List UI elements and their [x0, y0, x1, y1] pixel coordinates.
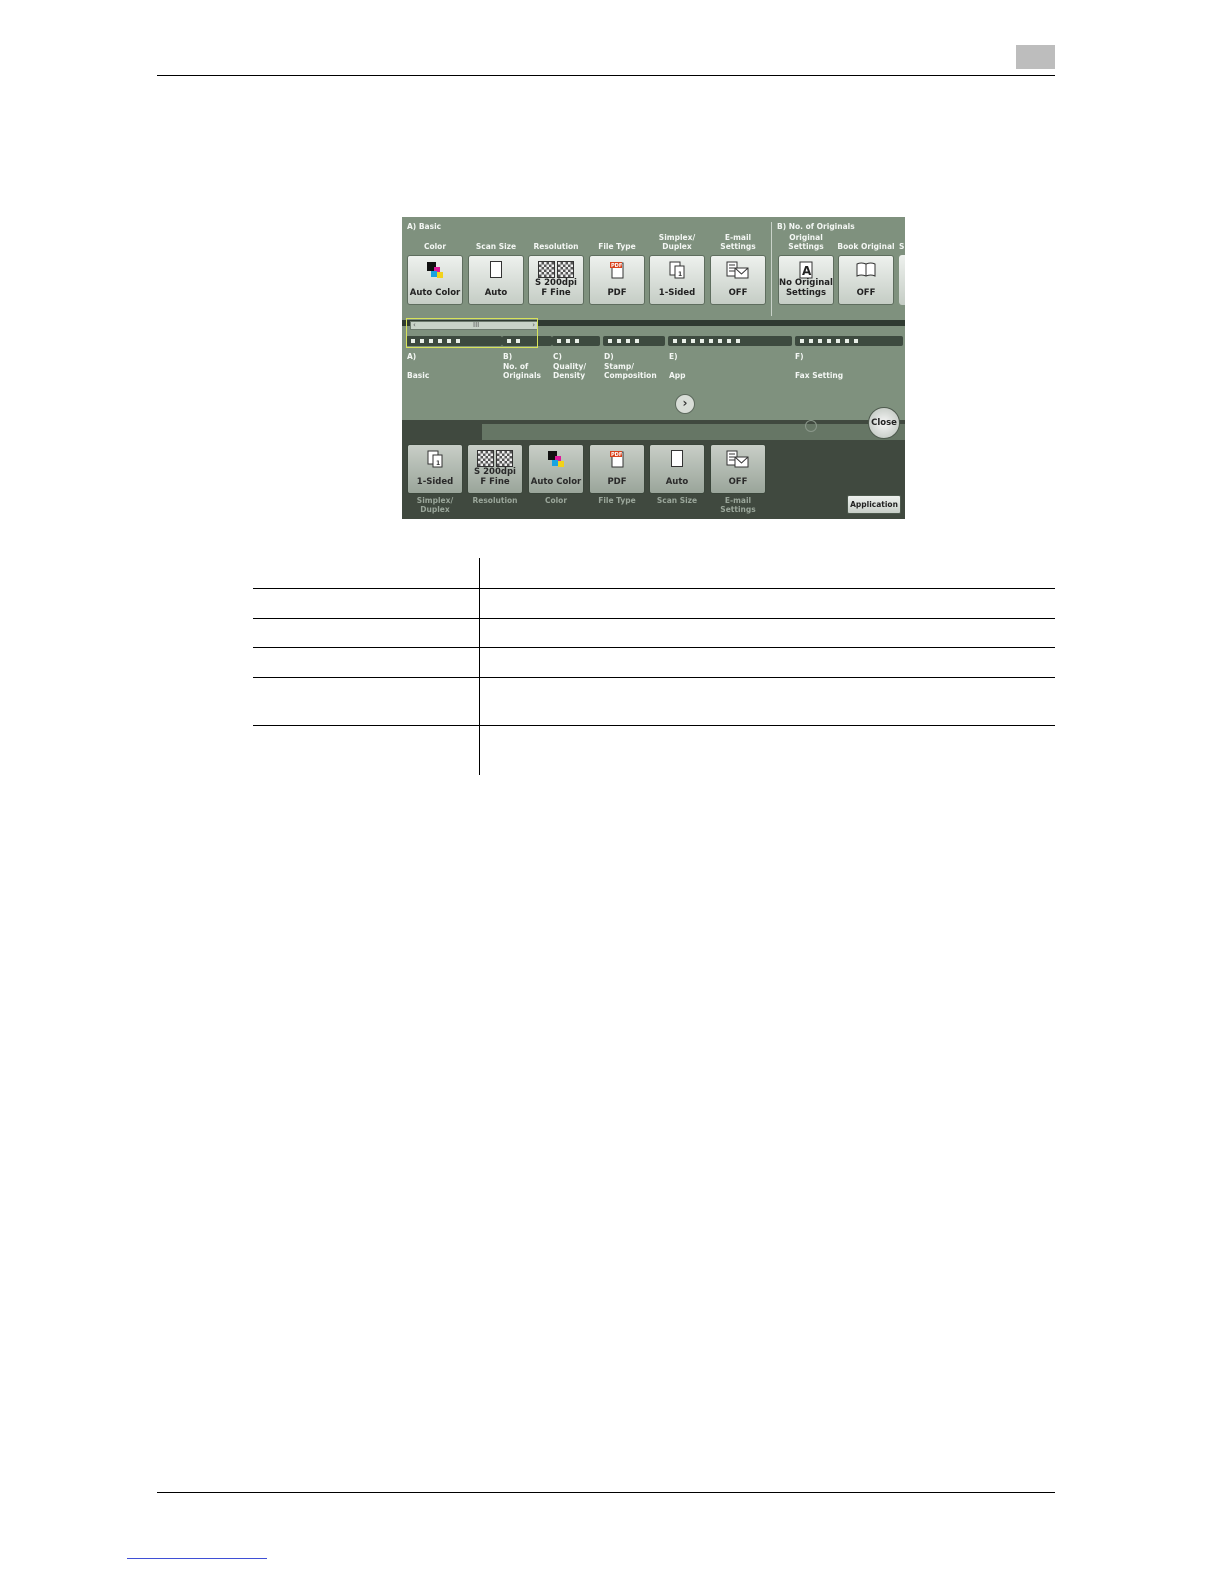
button-value: Auto Color [530, 477, 582, 487]
settings-button-book[interactable]: OFF [838, 255, 894, 305]
email-icon [711, 450, 765, 468]
chapter-number-box [1016, 45, 1055, 69]
book-icon [839, 261, 893, 279]
button-caption: Resolution [472, 496, 518, 505]
header-rule [157, 75, 1055, 76]
pdf-icon: PDF [590, 450, 644, 468]
button-caption: File Type [598, 242, 636, 251]
svg-text:PDF: PDF [611, 263, 622, 269]
settings-button-color[interactable]: Auto Color [407, 255, 463, 305]
section-segment[interactable] [668, 336, 792, 346]
settings-button-color[interactable]: Auto Color [528, 444, 584, 494]
svg-text:1: 1 [436, 460, 440, 467]
button-value: 1-Sided [658, 288, 696, 298]
button-caption: File Type [598, 496, 636, 505]
settings-button-simplex[interactable]: 1 1-Sided [407, 444, 463, 494]
table-column-divider [479, 558, 480, 775]
close-button[interactable]: Close [868, 407, 900, 439]
button-caption: Scan Size [475, 242, 517, 251]
section-tab[interactable]: A) Basic [407, 352, 429, 381]
button-value: OFF [728, 288, 748, 298]
resolution-icon [529, 261, 583, 279]
section-segment[interactable] [552, 336, 600, 346]
simplex-icon: 1 [650, 261, 704, 279]
settings-button-pdf[interactable]: PDF PDF [589, 444, 645, 494]
button-value: Auto Color [409, 288, 461, 298]
lower-band [482, 424, 905, 440]
button-caption: Book Original [837, 242, 895, 251]
footer-link-underline[interactable] [127, 1558, 267, 1559]
button-caption: Resolution [533, 242, 579, 251]
footer-rule [157, 1492, 1055, 1493]
svg-text:PDF: PDF [611, 452, 622, 458]
group-label-basic: A) Basic [407, 222, 442, 231]
section-tab[interactable]: C) Quality/Density [553, 352, 586, 381]
check-icon [805, 420, 817, 432]
button-caption: Color [544, 496, 568, 505]
color-icon [408, 261, 462, 279]
pdf-icon: PDF [590, 261, 644, 279]
control-panel-screenshot: A) Basic B) No. of Originals S ‹ III › A… [402, 217, 905, 519]
button-value: No Original Settings [779, 278, 833, 298]
group-label-originals: B) No. of Originals [777, 222, 855, 231]
table-row-rule [253, 725, 1055, 726]
settings-button-pdf[interactable]: PDF PDF [589, 255, 645, 305]
table-row-rule [253, 677, 1055, 678]
simplex-icon: 1 [408, 450, 462, 468]
button-caption: Color [423, 242, 447, 251]
svg-text:A: A [802, 264, 812, 278]
button-value: OFF [856, 288, 876, 298]
settings-button-simplex[interactable]: 1 1-Sided [649, 255, 705, 305]
button-caption: Original Settings [788, 233, 824, 251]
button-value: S 200dpi F Fine [535, 278, 577, 298]
settings-button-email[interactable]: OFF [710, 255, 766, 305]
page-icon [650, 450, 704, 468]
button-value: PDF [607, 288, 627, 298]
section-tab[interactable]: F) Fax Setting [795, 352, 843, 381]
button-caption: Simplex/Duplex [658, 233, 696, 251]
settings-button-resolution[interactable]: S 200dpi F Fine [528, 255, 584, 305]
button-value: 1-Sided [416, 477, 454, 487]
scroll-highlight-frame [406, 318, 538, 348]
partial-button[interactable] [899, 255, 905, 305]
section-tab[interactable]: E) App [669, 352, 686, 381]
button-caption: Simplex/Duplex [416, 496, 454, 514]
next-arrow-button[interactable]: › [675, 394, 695, 414]
settings-button-page[interactable]: Auto [649, 444, 705, 494]
settings-button-page[interactable]: Auto [468, 255, 524, 305]
button-value: PDF [607, 477, 627, 487]
table-row-rule [253, 647, 1055, 648]
application-button[interactable]: Application [847, 495, 901, 514]
settings-button-email[interactable]: OFF [710, 444, 766, 494]
section-tab[interactable]: D) Stamp/Composition [604, 352, 657, 381]
table-row-rule [253, 618, 1055, 619]
button-value: Auto [665, 477, 689, 487]
settings-button-resolution[interactable]: S 200dpi F Fine [467, 444, 523, 494]
button-value: S 200dpi F Fine [474, 467, 516, 487]
section-segment[interactable] [795, 336, 903, 346]
button-caption: Scan Size [656, 496, 698, 505]
page-icon [469, 261, 523, 279]
settings-button-original[interactable]: A No Original Settings [778, 255, 834, 305]
section-segment[interactable] [603, 336, 665, 346]
button-caption: E-mail Settings [720, 496, 756, 514]
button-value: Auto [484, 288, 508, 298]
svg-text:1: 1 [678, 271, 682, 278]
button-value: OFF [728, 477, 748, 487]
section-tab[interactable]: B) No. of Originals [503, 352, 541, 381]
original-icon: A [779, 261, 833, 279]
table-row-rule [253, 588, 1055, 589]
color-icon [529, 450, 583, 468]
resolution-icon [468, 450, 522, 468]
email-icon [711, 261, 765, 279]
button-caption: E-mail Settings [720, 233, 756, 251]
